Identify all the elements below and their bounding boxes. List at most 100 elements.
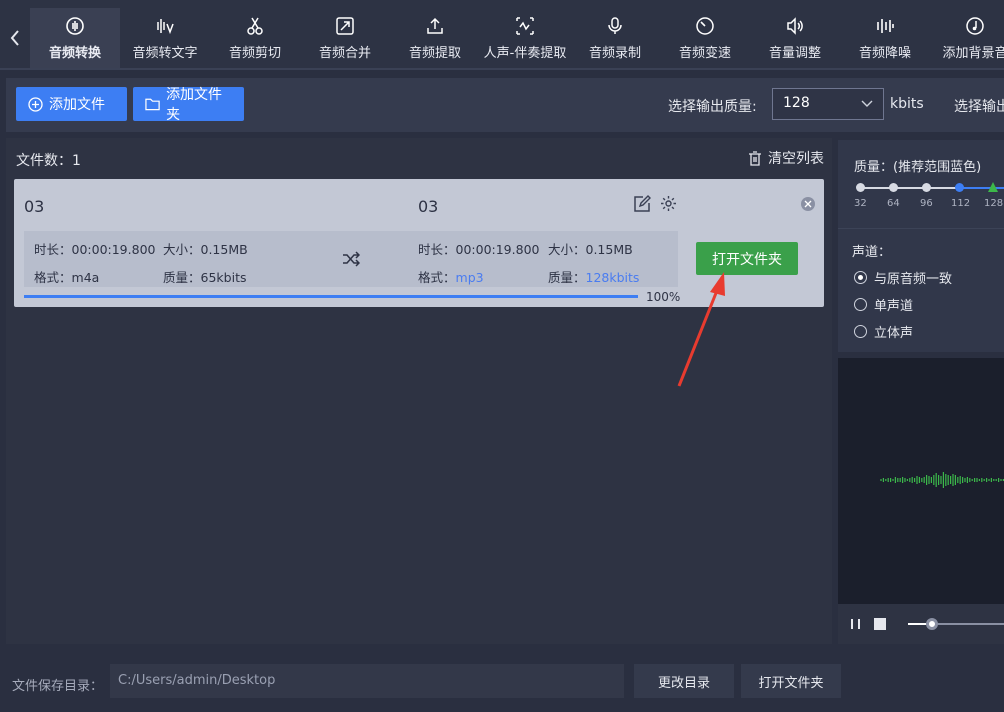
pause-icon[interactable] bbox=[850, 618, 862, 630]
tab-audio-convert[interactable]: 音频转换 bbox=[30, 8, 120, 68]
waveform bbox=[880, 472, 1004, 488]
channel-label: 立体声 bbox=[874, 326, 914, 341]
tab-label: 添加背景音 bbox=[942, 45, 1004, 61]
add-file-button[interactable]: 添加文件 bbox=[16, 87, 127, 121]
file-count: 文件数：1 bbox=[16, 150, 81, 170]
plus-circle-icon bbox=[28, 96, 43, 112]
microphone-icon bbox=[605, 16, 625, 36]
playback-thumb[interactable] bbox=[926, 618, 938, 630]
stop-icon[interactable] bbox=[874, 618, 886, 630]
quality-unit: kbits bbox=[890, 96, 924, 112]
clear-list-button[interactable]: 清空列表 bbox=[748, 148, 824, 168]
tab-label: 音频剪切 bbox=[228, 45, 281, 61]
channel-option-original[interactable]: 与原音频一致 bbox=[854, 268, 952, 287]
tick-label: 112 bbox=[951, 198, 971, 209]
file-list-panel: 文件数：1 清空列表 03 03 时长：00:00:19.800 大小：0.15… bbox=[6, 138, 832, 644]
slider-stop[interactable] bbox=[955, 183, 964, 192]
tick-label: 64 bbox=[887, 198, 900, 209]
tick-label: 128 bbox=[984, 198, 1004, 209]
slider-stop[interactable] bbox=[856, 183, 865, 192]
slider-stop[interactable] bbox=[922, 183, 931, 192]
radio-selected bbox=[854, 271, 867, 284]
speed-icon bbox=[695, 16, 715, 36]
source-format-value: m4a bbox=[71, 270, 100, 285]
output-format-label: 格式： bbox=[418, 270, 456, 285]
file-info-box: 时长：00:00:19.800 大小：0.15MB 格式：m4a 质量：65kb… bbox=[24, 231, 678, 287]
merge-icon bbox=[335, 16, 355, 36]
file-count-label: 文件数： bbox=[16, 153, 72, 169]
channel-option-mono[interactable]: 单声道 bbox=[854, 295, 913, 314]
slider-stop[interactable] bbox=[889, 183, 898, 192]
waveform-preview bbox=[838, 358, 1004, 604]
output-quality-label: 质量： bbox=[548, 270, 586, 285]
chevron-left-icon bbox=[10, 30, 19, 46]
output-quality: 质量：128kbits bbox=[548, 267, 639, 286]
tick-label: 32 bbox=[854, 198, 867, 209]
tab-add-bgm[interactable]: 添加背景音 bbox=[930, 8, 1004, 68]
output-duration: 时长：00:00:19.800 bbox=[418, 242, 540, 257]
source-format-label: 格式： bbox=[34, 270, 72, 285]
source-quality-label: 质量： bbox=[163, 270, 201, 285]
channel-label: 与原音频一致 bbox=[874, 272, 953, 287]
speech-to-text-icon bbox=[155, 16, 175, 36]
open-folder-bottom-button[interactable]: 打开文件夹 bbox=[741, 664, 841, 698]
tab-audio-cut[interactable]: 音频剪切 bbox=[210, 8, 300, 68]
remove-file-button[interactable] bbox=[801, 197, 815, 211]
quality-value: 128 bbox=[783, 95, 810, 111]
tab-label: 音频转换 bbox=[48, 45, 101, 61]
output-format-value: mp3 bbox=[455, 270, 484, 285]
add-folder-label: 添加文件夹 bbox=[166, 87, 223, 123]
tab-audio-merge[interactable]: 音频合并 bbox=[300, 8, 390, 68]
tab-label: 人声-伴奏提取 bbox=[483, 45, 567, 61]
change-dir-button[interactable]: 更改目录 bbox=[634, 664, 734, 698]
progress-percent: 100% bbox=[646, 290, 681, 304]
save-dir-input[interactable]: C:/Users/admin/Desktop bbox=[110, 664, 624, 698]
tab-audio-extract[interactable]: 音频提取 bbox=[390, 8, 480, 68]
file-count-value: 1 bbox=[72, 153, 81, 169]
channel-label: 单声道 bbox=[874, 299, 914, 314]
tab-audio-speed[interactable]: 音频变速 bbox=[660, 8, 750, 68]
edit-icon[interactable] bbox=[633, 195, 651, 213]
gear-icon[interactable] bbox=[660, 195, 677, 212]
audio-convert-icon bbox=[65, 16, 85, 36]
source-format: 格式：m4a bbox=[34, 267, 99, 286]
tab-audio-record[interactable]: 音频录制 bbox=[570, 8, 660, 68]
back-button[interactable] bbox=[0, 8, 30, 68]
channel-option-stereo[interactable]: 立体声 bbox=[854, 322, 913, 341]
tab-noise-reduce[interactable]: 音频降噪 bbox=[840, 8, 930, 68]
tab-label: 音频录制 bbox=[588, 45, 641, 61]
add-folder-button[interactable]: 添加文件夹 bbox=[133, 87, 244, 123]
tick-label: 96 bbox=[920, 198, 933, 209]
folder-icon bbox=[145, 98, 160, 111]
clear-list-label: 清空列表 bbox=[768, 151, 824, 167]
output-size: 大小：0.15MB bbox=[548, 242, 633, 257]
tab-speech-to-text[interactable]: 音频转文字 bbox=[120, 8, 210, 68]
tab-volume-adjust[interactable]: 音量调整 bbox=[750, 8, 840, 68]
tool-tabs: 音频转换 音频转文字 音频剪切 音频合并 音频提取 人声-伴奏提取 音频录制 音… bbox=[30, 8, 1004, 68]
output-format: 格式：mp3 bbox=[418, 267, 484, 286]
radio bbox=[854, 325, 867, 338]
tab-vocal-extract[interactable]: 人声-伴奏提取 bbox=[480, 8, 570, 68]
vocal-extract-icon bbox=[515, 16, 535, 36]
chevron-down-icon bbox=[861, 100, 873, 107]
quality-select[interactable]: 128 bbox=[772, 88, 884, 120]
upload-icon bbox=[425, 16, 445, 36]
shuffle-icon bbox=[343, 251, 360, 267]
bottom-bar: 文件保存目录： C:/Users/admin/Desktop 更改目录 打开文件… bbox=[0, 650, 1004, 712]
music-note-icon bbox=[965, 16, 985, 36]
channel-title: 声道： bbox=[852, 245, 892, 260]
slider-thumb[interactable] bbox=[988, 182, 998, 192]
divider bbox=[838, 228, 1004, 229]
open-folder-button[interactable]: 打开文件夹 bbox=[696, 242, 798, 275]
progress-bar bbox=[24, 295, 638, 298]
close-icon bbox=[804, 200, 812, 208]
volume-icon bbox=[785, 16, 805, 36]
radio bbox=[854, 298, 867, 311]
tab-label: 音频提取 bbox=[408, 45, 461, 61]
action-bar: 添加文件 添加文件夹 选择输出质量: 128 kbits 选择输出格式 bbox=[6, 78, 1004, 132]
quality-label: 选择输出质量: bbox=[668, 99, 757, 115]
quality-settings-panel: 质量：(推荐范围蓝色) 32 64 96 112 128 声道： 与原音频一致 … bbox=[838, 140, 1004, 352]
format-label: 选择输出格式 bbox=[954, 99, 1004, 115]
top-toolbar: 音频转换 音频转文字 音频剪切 音频合并 音频提取 人声-伴奏提取 音频录制 音… bbox=[0, 0, 1004, 70]
file-card: 03 03 时长：00:00:19.800 大小：0.15MB 格式：m4a 质… bbox=[14, 179, 824, 307]
